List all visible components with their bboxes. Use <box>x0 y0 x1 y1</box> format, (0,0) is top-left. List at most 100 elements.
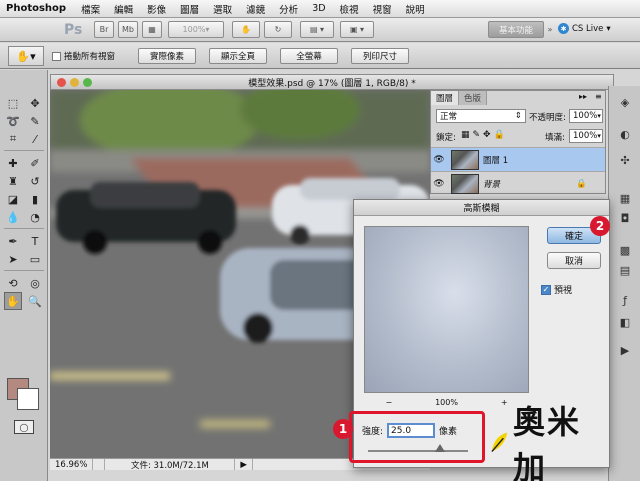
menu-3d[interactable]: 3D <box>305 3 332 14</box>
arrange-documents-button[interactable]: ▤ ▾ <box>300 21 334 38</box>
print-size-label: 列印尺寸 <box>362 52 397 62</box>
scroll-all-windows-checkbox[interactable] <box>52 51 61 61</box>
zoom-window-icon[interactable] <box>83 78 92 87</box>
menu-analysis[interactable]: 分析 <box>272 2 305 16</box>
menu-help[interactable]: 說明 <box>399 2 432 16</box>
shape-tool-icon[interactable]: ▭ <box>26 250 44 268</box>
lock-label: 鎖定: <box>436 133 456 143</box>
masks-dock-icon[interactable]: ◘ <box>617 210 633 226</box>
zoom-tool-icon[interactable]: 🔍 <box>26 292 44 310</box>
zoom-in-button[interactable]: + <box>501 398 508 407</box>
close-window-icon[interactable] <box>57 78 66 87</box>
app-name[interactable]: Photoshop <box>0 3 74 14</box>
mini-bridge-label: Mb <box>122 25 134 34</box>
layer-thumbnail <box>451 149 479 170</box>
cancel-button[interactable]: 取消 <box>547 252 601 269</box>
3d-orbit-tool-icon[interactable]: ◎ <box>26 274 44 292</box>
actions-dock-icon[interactable]: ▶ <box>617 342 633 358</box>
fit-screen-label: 顯示全頁 <box>220 52 255 62</box>
mini-bridge-button[interactable]: Mb <box>118 21 138 38</box>
layer-row-background[interactable]: 👁 背景 🔒 <box>431 171 605 195</box>
path-selection-tool-icon[interactable]: ➤ <box>4 250 22 268</box>
eye-icon[interactable]: 👁 <box>431 155 447 165</box>
blend-mode-dropdown[interactable]: 正常 ⇕ <box>436 109 526 123</box>
crop-tool-icon[interactable]: ⌗ <box>4 130 22 148</box>
scroll-all-windows-option[interactable]: 捲動所有視窗 <box>52 50 115 62</box>
history-dock-icon[interactable]: ▦ <box>617 190 633 206</box>
swatches-dock-icon[interactable]: ▤ <box>617 262 633 278</box>
opacity-field[interactable]: 100% ▾ <box>569 109 603 123</box>
dodge-tool-icon[interactable]: ◔ <box>26 208 44 226</box>
paths-dock-icon[interactable]: ◧ <box>617 314 633 330</box>
hand-tool-button[interactable]: ✋ <box>232 21 260 38</box>
panel-menu-icon[interactable]: ≡ <box>595 92 602 101</box>
rotate-view-button[interactable]: ↻ <box>264 21 292 38</box>
fx-dock-icon[interactable]: ƒ <box>617 292 633 308</box>
workspace-more-button[interactable]: » <box>546 23 554 35</box>
minimize-window-icon[interactable] <box>70 78 79 87</box>
preview-pane[interactable] <box>364 226 529 393</box>
hand-icon: ✋▾ <box>16 49 36 63</box>
preview-option[interactable]: ✓ 預視 <box>541 283 572 296</box>
menu-filter[interactable]: 濾鏡 <box>239 2 272 16</box>
brush-tool-icon[interactable]: ✐ <box>26 154 44 172</box>
layer-row-1[interactable]: 👁 圖層 1 <box>431 147 605 171</box>
menu-image[interactable]: 影像 <box>140 2 173 16</box>
ok-label: 確定 <box>564 232 583 242</box>
cs-live-button[interactable]: ✱ CS Live ▾ <box>558 23 611 34</box>
eye-icon[interactable]: 👁 <box>431 179 447 189</box>
clone-stamp-tool-icon[interactable]: ♜ <box>4 172 22 190</box>
hand-tool-icon[interactable]: ✋ <box>4 292 22 310</box>
menu-view[interactable]: 檢視 <box>333 2 366 16</box>
menu-select[interactable]: 選取 <box>206 2 239 16</box>
zoom-percentage[interactable]: 16.96% <box>50 459 94 470</box>
eraser-tool-icon[interactable]: ◪ <box>4 190 22 208</box>
eyedropper-tool-icon[interactable]: ⁄ <box>26 130 44 148</box>
styles-dock-icon[interactable]: ✣ <box>617 152 633 168</box>
marquee-tool-icon[interactable]: ⬚ <box>4 94 22 112</box>
tab-layers[interactable]: 圖層 <box>431 91 460 105</box>
tool-preset-picker[interactable]: ✋▾ <box>8 46 44 66</box>
fill-screen-button[interactable]: 全螢幕 <box>280 48 338 64</box>
channels-dock-icon[interactable]: ▩ <box>617 242 633 258</box>
quick-select-tool-icon[interactable]: ✎ <box>26 112 44 130</box>
history-brush-tool-icon[interactable]: ↺ <box>26 172 44 190</box>
document-title-bar[interactable]: 模型效果.psd @ 17% (圖層 1, RGB/8) * <box>50 74 614 90</box>
menu-layer[interactable]: 圖層 <box>173 2 206 16</box>
chevron-down-icon: ▾ <box>597 132 601 140</box>
lasso-tool-icon[interactable]: ➰ <box>4 112 22 130</box>
screen-mode-button[interactable]: ▣ ▾ <box>340 21 374 38</box>
move-tool-icon[interactable]: ✥ <box>26 94 44 112</box>
panel-collapse-icon[interactable]: ▸▸ <box>579 92 587 101</box>
pen-tool-icon[interactable]: ✒ <box>4 232 22 250</box>
status-menu-arrow-icon[interactable]: ▶ <box>235 459 253 470</box>
actual-pixels-button[interactable]: 實際像素 <box>138 48 196 64</box>
healing-brush-tool-icon[interactable]: ✚ <box>4 154 22 172</box>
zoom-out-button[interactable]: − <box>385 398 392 407</box>
workspace-switcher[interactable]: 基本功能 <box>488 21 544 38</box>
menu-window[interactable]: 視窗 <box>366 2 399 16</box>
tab-channels[interactable]: 色版 <box>459 91 488 105</box>
quick-mask-button[interactable]: ◯ <box>14 420 34 434</box>
bridge-button[interactable]: Br <box>94 21 114 38</box>
fit-screen-button[interactable]: 顯示全頁 <box>209 48 267 64</box>
arrange-icon: ▤ ▾ <box>309 25 325 34</box>
menu-file[interactable]: 檔案 <box>74 2 107 16</box>
preview-checkbox[interactable]: ✓ <box>541 284 551 295</box>
gradient-tool-icon[interactable]: ▮ <box>26 190 44 208</box>
watermark-leaf-icon <box>491 432 508 453</box>
menu-edit[interactable]: 編輯 <box>107 2 140 16</box>
type-tool-icon[interactable]: T <box>26 232 44 250</box>
dialog-title-bar[interactable]: 高斯模糊 <box>354 200 609 216</box>
background-color-swatch[interactable] <box>17 388 39 410</box>
fill-field[interactable]: 100% ▾ <box>569 129 603 143</box>
3d-rotate-tool-icon[interactable]: ⟲ <box>4 274 22 292</box>
zoom-level-dropdown[interactable]: 100% ▾ <box>168 21 224 38</box>
layers-panel: 圖層 色版 ▸▸ ≡ 正常 ⇕ 不透明度: 100% ▾ 鎖定: ▦✎✥🔒 填滿… <box>430 90 606 194</box>
adjustments-dock-icon[interactable]: ◐ <box>617 126 633 142</box>
layers-dock-icon[interactable]: ◈ <box>617 94 633 110</box>
view-extras-button[interactable]: ▦ <box>142 21 162 38</box>
print-size-button[interactable]: 列印尺寸 <box>351 48 409 64</box>
lock-options-icon[interactable]: ▦✎✥🔒 <box>461 130 508 140</box>
blur-tool-icon[interactable]: 💧 <box>4 208 22 226</box>
